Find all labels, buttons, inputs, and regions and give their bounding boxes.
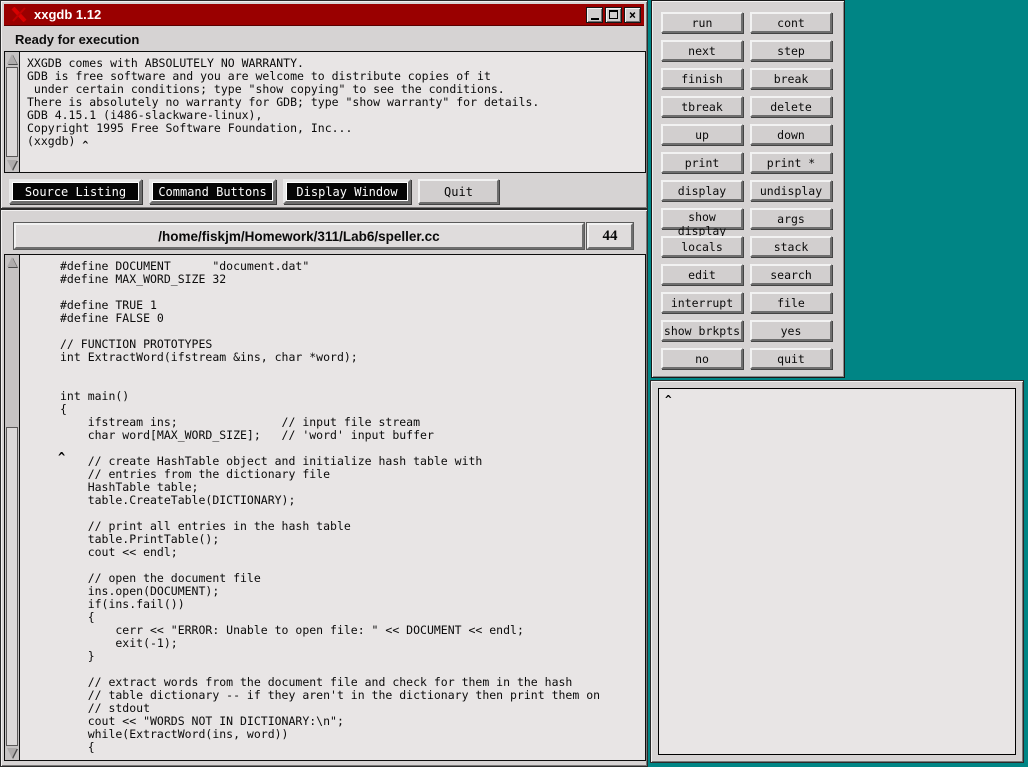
command-button[interactable]: break xyxy=(750,68,832,89)
command-button[interactable]: tbreak xyxy=(661,96,743,117)
code-line: int main() xyxy=(60,390,643,403)
command-button[interactable]: up xyxy=(661,124,743,145)
scroll-up-icon[interactable] xyxy=(5,255,19,269)
view-toggle-row: Source Listing Command Buttons Display W… xyxy=(9,179,411,204)
command-button[interactable]: finish xyxy=(661,68,743,89)
desktop: xxgdb 1.12 × Ready for execution xyxy=(0,0,1028,767)
close-icon: × xyxy=(629,9,636,21)
command-button[interactable]: undisplay xyxy=(750,180,832,201)
code-line: while(ExtractWord(ins, word)) xyxy=(60,728,643,741)
code-line: cout << endl; xyxy=(60,546,643,559)
command-grid: run cont next step finish break tbreak d… xyxy=(661,12,832,369)
window-title: xxgdb 1.12 xyxy=(34,7,586,22)
command-button[interactable]: down xyxy=(750,124,832,145)
code-line: exit(-1); xyxy=(60,637,643,650)
code-line: } xyxy=(60,650,643,663)
maximize-button[interactable] xyxy=(605,7,622,23)
view-toggle-button[interactable]: Display Window xyxy=(283,179,411,204)
console-output[interactable]: XXGDB comes with ABSOLUTELY NO WARRANTY.… xyxy=(20,52,645,172)
code-line: int ExtractWord(ifstream &ins, char *wor… xyxy=(60,351,643,364)
scroll-down-icon[interactable] xyxy=(5,746,19,760)
close-button[interactable]: × xyxy=(624,7,641,23)
gdb-prompt: (xxgdb) xyxy=(27,134,82,148)
main-window: xxgdb 1.12 × Ready for execution xyxy=(0,0,648,209)
command-button[interactable]: interrupt xyxy=(661,292,743,313)
command-button[interactable]: next xyxy=(661,40,743,61)
code-line: #define MAX_WORD_SIZE 32 xyxy=(60,273,643,286)
command-button[interactable]: show brkpts xyxy=(661,320,743,341)
minimize-button[interactable] xyxy=(586,7,603,23)
display-content[interactable]: ^ xyxy=(658,388,1016,755)
command-button[interactable]: yes xyxy=(750,320,832,341)
command-button[interactable]: args xyxy=(750,208,832,229)
command-button[interactable]: delete xyxy=(750,96,832,117)
command-button[interactable]: step xyxy=(750,40,832,61)
source-scroll-thumb[interactable] xyxy=(6,427,18,746)
maximize-icon xyxy=(609,10,618,19)
view-toggle-button[interactable]: Source Listing xyxy=(9,179,142,204)
view-toggle-button[interactable]: Command Buttons xyxy=(149,179,276,204)
line-number-box: 44 xyxy=(587,223,633,249)
code-line: if(ins.fail()) xyxy=(60,598,643,611)
scroll-up-icon[interactable] xyxy=(5,52,19,66)
console-scrollbar[interactable] xyxy=(5,52,20,172)
code-line: table.CreateTable(DICTIONARY); xyxy=(60,494,643,507)
console-prompt-line: (xxgdb) ^ xyxy=(27,135,643,148)
command-button[interactable]: print xyxy=(661,152,743,173)
code-line: #define FALSE 0 xyxy=(60,312,643,325)
command-button[interactable]: run xyxy=(661,12,743,33)
code-line: { xyxy=(60,741,643,754)
command-button[interactable]: cont xyxy=(750,12,832,33)
text-cursor: ^ xyxy=(665,393,672,406)
quit-window-button[interactable]: Quit xyxy=(418,179,499,204)
file-path-bar[interactable]: /home/fiskjm/Homework/311/Lab6/speller.c… xyxy=(14,223,584,249)
text-cursor: ^ xyxy=(82,139,88,152)
scroll-down-icon[interactable] xyxy=(5,158,19,172)
gdb-console[interactable]: XXGDB comes with ABSOLUTELY NO WARRANTY.… xyxy=(4,51,646,173)
command-button[interactable]: quit xyxy=(750,348,832,369)
command-button[interactable]: show display xyxy=(661,208,743,229)
minimize-icon xyxy=(591,18,599,20)
status-message: Ready for execution xyxy=(15,32,139,47)
code-line xyxy=(60,377,643,390)
command-button[interactable]: print * xyxy=(750,152,832,173)
code-line xyxy=(60,364,643,377)
source-scrollbar[interactable] xyxy=(5,255,20,760)
command-button[interactable]: file xyxy=(750,292,832,313)
source-window: /home/fiskjm/Homework/311/Lab6/speller.c… xyxy=(0,209,648,767)
command-button[interactable]: display xyxy=(661,180,743,201)
command-panel: run cont next step finish break tbreak d… xyxy=(651,0,845,378)
x11-logo-icon xyxy=(11,7,27,22)
console-scroll-thumb[interactable] xyxy=(6,67,18,157)
command-button[interactable]: stack xyxy=(750,236,832,257)
display-window: ^ xyxy=(650,380,1024,763)
source-listing[interactable]: #define DOCUMENT "document.dat" #define … xyxy=(4,254,646,761)
titlebar[interactable]: xxgdb 1.12 × xyxy=(4,4,644,26)
console-line: Copyright 1995 Free Software Foundation,… xyxy=(27,122,643,135)
command-button[interactable]: search xyxy=(750,264,832,285)
execution-caret: ^ xyxy=(58,450,65,464)
command-button[interactable]: locals xyxy=(661,236,743,257)
command-button[interactable]: no xyxy=(661,348,743,369)
source-code[interactable]: #define DOCUMENT "document.dat" #define … xyxy=(20,255,645,760)
code-line: char word[MAX_WORD_SIZE]; // 'word' inpu… xyxy=(60,429,643,442)
command-button[interactable]: edit xyxy=(661,264,743,285)
